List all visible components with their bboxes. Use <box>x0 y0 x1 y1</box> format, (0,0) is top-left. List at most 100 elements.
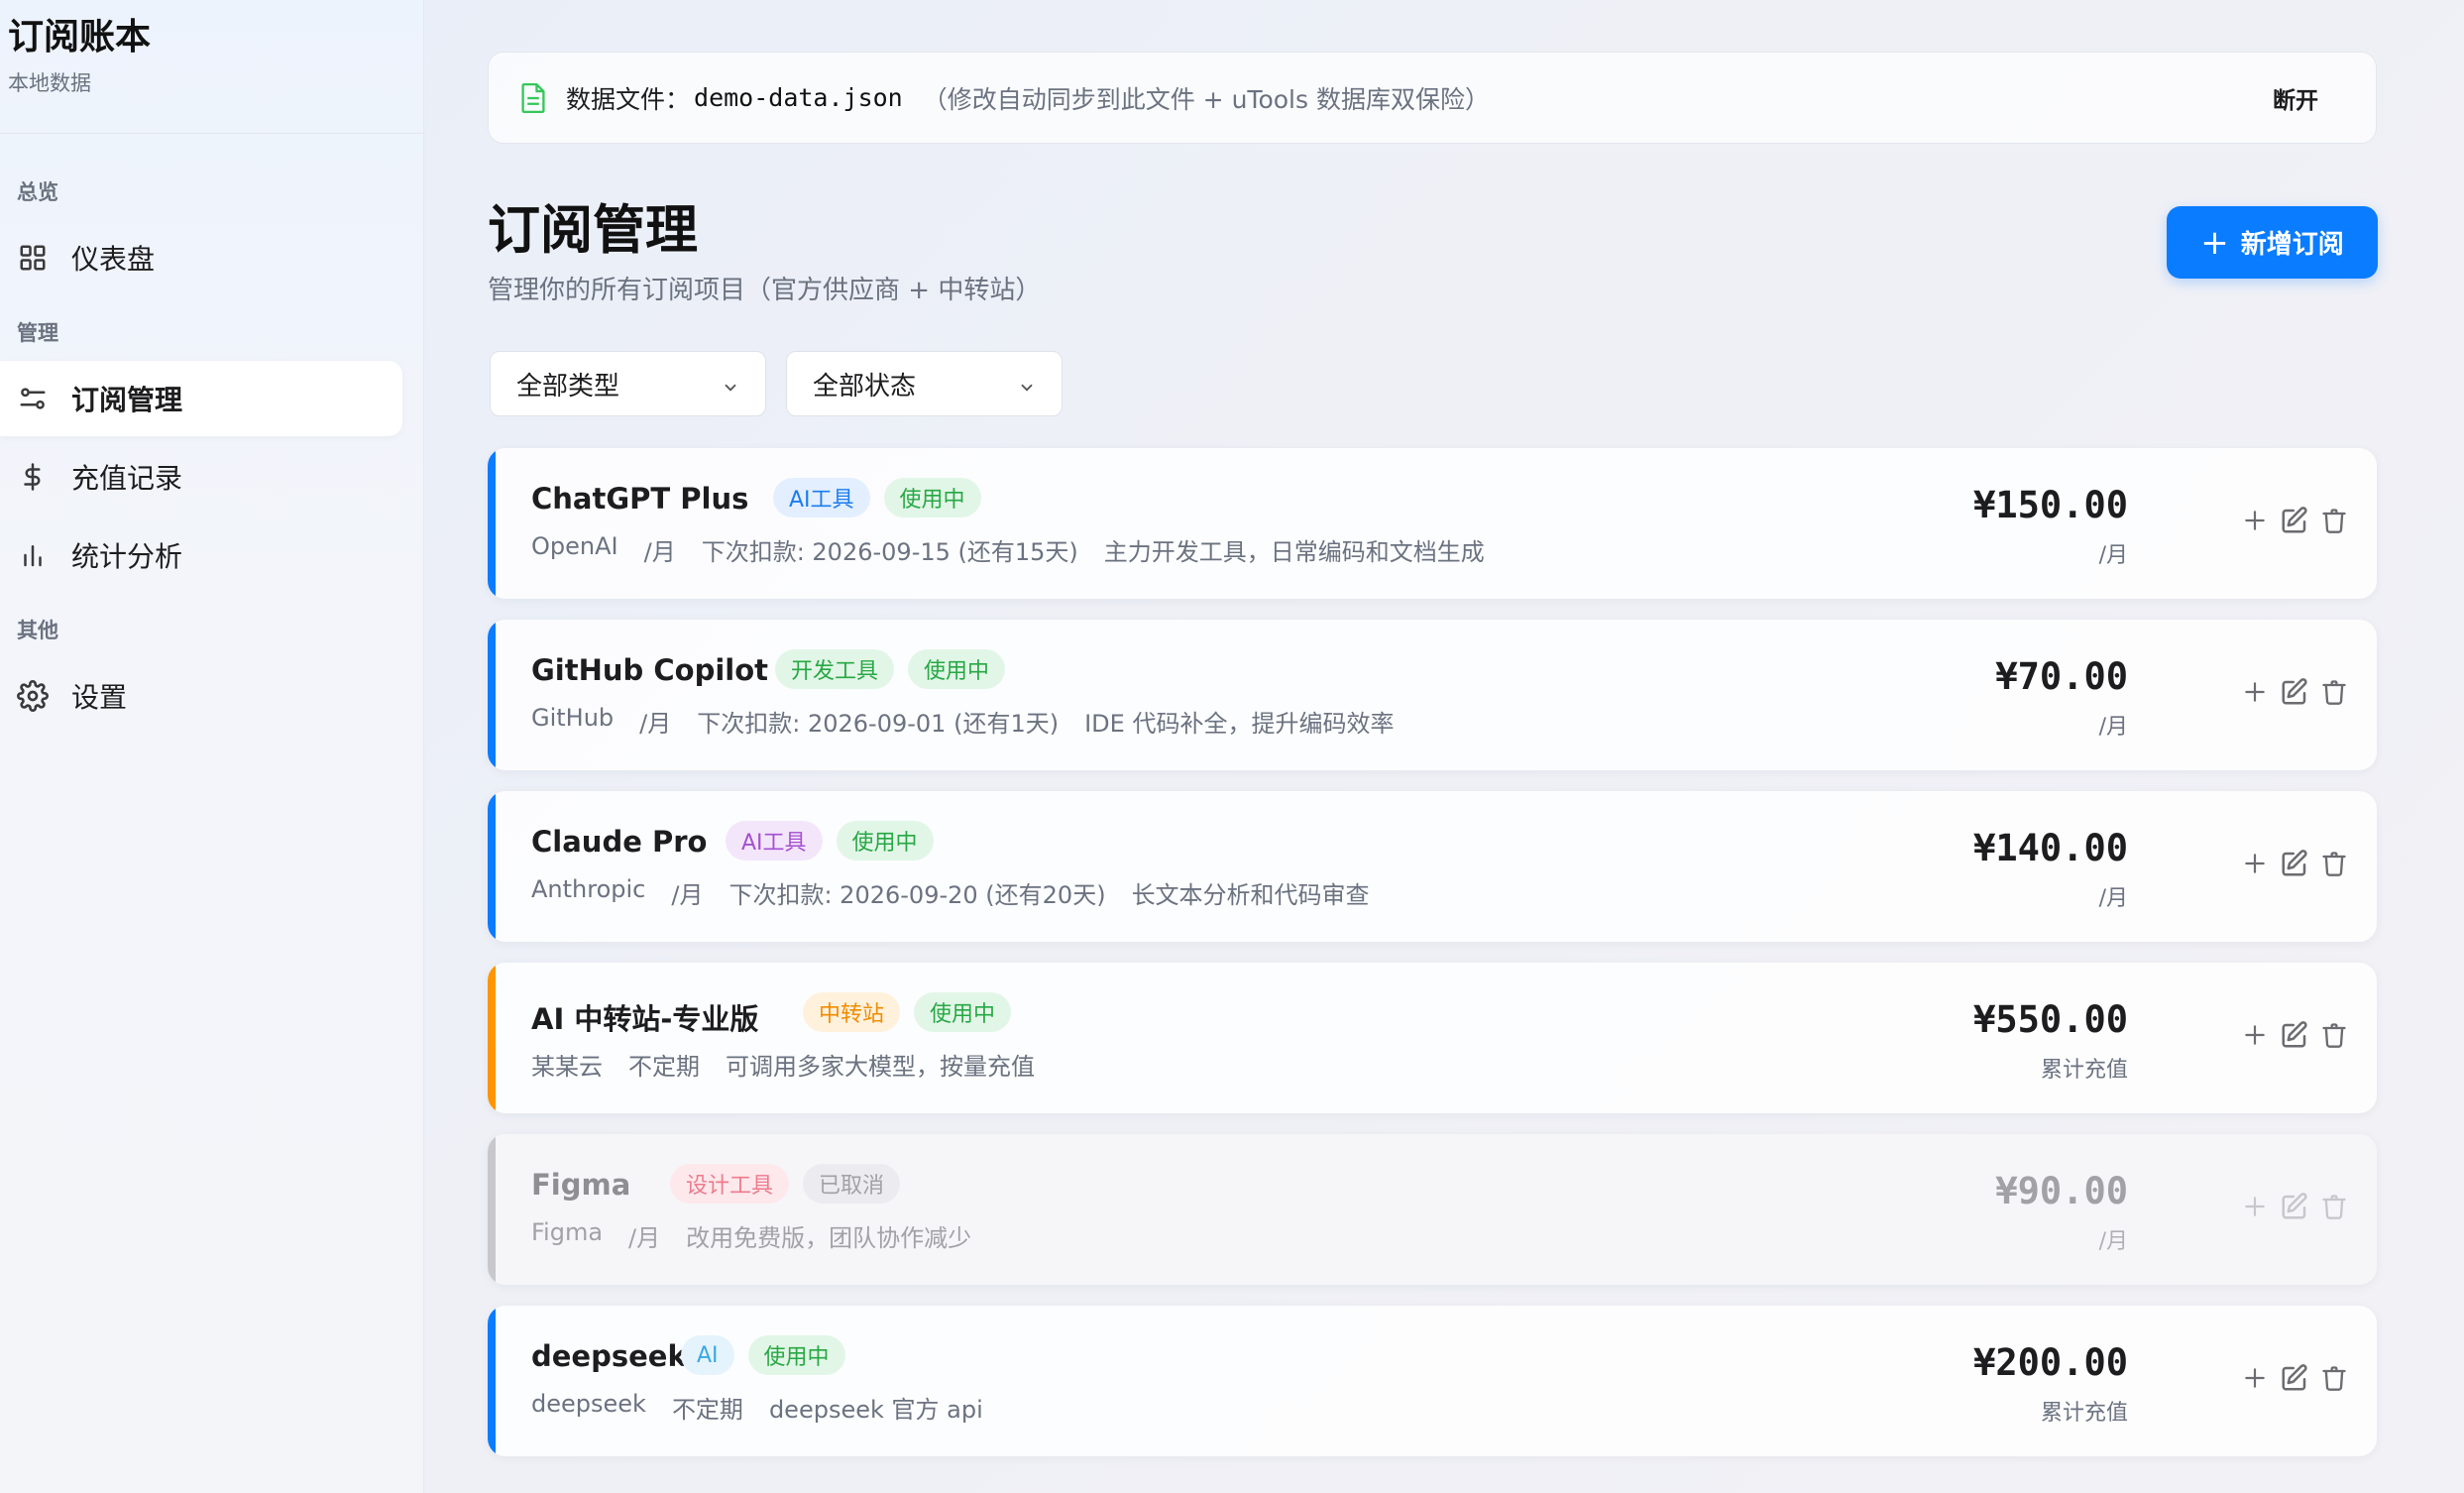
plus-icon <box>2242 851 2268 880</box>
subscription-price: ¥90.00 <box>1995 1170 2128 1212</box>
tag-group: 设计工具 已取消 <box>670 1164 901 1204</box>
billing-cycle: 不定期 <box>671 1396 743 1424</box>
bar-chart-icon <box>16 538 50 572</box>
tag-group: AI 使用中 <box>681 1335 845 1375</box>
subscription-name: GitHub Copilot <box>531 653 769 687</box>
edit-button[interactable] <box>2278 849 2311 882</box>
subscription-meta: OpenAI/月 下次扣款: 2026-09-15 (还有15天) 主力开发工具，日… <box>531 532 1485 567</box>
price-unit: /月 <box>2098 1229 2128 1254</box>
subscription-note: IDE 代码补全，提升编码效率 <box>1084 710 1395 738</box>
app-title: 订阅账本 <box>8 17 152 57</box>
subscription-name: Claude Pro <box>531 825 708 859</box>
provider-name: Anthropic <box>531 875 646 903</box>
subscription-card[interactable]: Claude Pro AI工具 使用中 Anthropic/月 下次扣款: 2026… <box>488 791 2377 942</box>
edit-button[interactable] <box>2278 1020 2311 1054</box>
sidebar-item-label: 订阅管理 <box>71 384 183 416</box>
add-recharge-button[interactable] <box>2238 1192 2272 1225</box>
delete-button[interactable] <box>2317 506 2351 539</box>
subscription-card[interactable]: Figma 设计工具 已取消 Figma/月 改用免费版，团队协作减少 ¥90.00… <box>488 1134 2377 1285</box>
billing-cycle: /月 <box>643 538 676 566</box>
edit-button[interactable] <box>2278 506 2311 539</box>
edit-icon <box>2280 1363 2309 1397</box>
subscription-meta: 某某云 不定期 可调用多家大模型，按量充值 <box>531 1047 1035 1082</box>
status-badge: 使用中 <box>914 992 1012 1032</box>
delete-button[interactable] <box>2317 1363 2351 1397</box>
provider-name: OpenAI <box>531 532 618 560</box>
provider-name: 某某云 <box>531 1053 603 1081</box>
category-badge: 设计工具 <box>670 1164 790 1204</box>
delete-button[interactable] <box>2317 677 2351 711</box>
edit-button[interactable] <box>2278 677 2311 711</box>
gear-icon <box>16 679 50 713</box>
sidebar-item-recharge[interactable]: 充值记录 <box>0 439 402 515</box>
data-file-banner: 数据文件： demo-data.json （修改自动同步到此文件 + uTool… <box>488 52 2377 144</box>
trash-icon <box>2320 678 2348 710</box>
status-filter-select[interactable]: 全部状态 <box>786 351 1063 416</box>
price-unit: /月 <box>2098 543 2128 568</box>
add-recharge-button[interactable] <box>2238 1363 2272 1397</box>
billing-cycle: /月 <box>671 881 704 909</box>
delete-button[interactable] <box>2317 849 2351 882</box>
sidebar-item-label: 充值记录 <box>71 462 183 495</box>
add-subscription-button[interactable]: + 新增订阅 <box>2167 206 2378 279</box>
dollar-icon <box>16 460 50 494</box>
sidebar-item-dashboard[interactable]: 仪表盘 <box>0 220 402 295</box>
sidebar-item-settings[interactable]: 设置 <box>0 658 402 734</box>
edit-button[interactable] <box>2278 1192 2311 1225</box>
subscription-card[interactable]: ChatGPT Plus AI工具 使用中 OpenAI/月 下次扣款: 2026-… <box>488 448 2377 599</box>
subscription-note: 改用免费版，团队协作减少 <box>686 1224 972 1252</box>
sidebar-item-subscriptions[interactable]: 订阅管理 <box>0 361 402 436</box>
add-recharge-button[interactable] <box>2238 1020 2272 1054</box>
subscription-card[interactable]: AI 中转站-专业版 中转站 使用中 某某云 不定期 可调用多家大模型，按量充值 ¥5… <box>488 963 2377 1113</box>
grid-icon <box>16 241 50 275</box>
plus-icon <box>2242 508 2268 537</box>
subscription-note: 主力开发工具，日常编码和文档生成 <box>1103 538 1485 566</box>
page-subtitle: 管理你的所有订阅项目（官方供应商 + 中转站） <box>488 276 1042 305</box>
tag-group: 中转站 使用中 <box>803 992 1012 1032</box>
delete-button[interactable] <box>2317 1020 2351 1054</box>
add-recharge-button[interactable] <box>2238 506 2272 539</box>
tag-group: 开发工具 使用中 <box>775 649 1006 689</box>
price-unit: /月 <box>2098 886 2128 911</box>
file-icon <box>520 82 548 113</box>
card-accent-bar <box>488 620 496 770</box>
subscription-card[interactable]: deepseek AI 使用中 deepseek 不定期 deepseek 官方 ap… <box>488 1306 2377 1456</box>
edit-button[interactable] <box>2278 1363 2311 1397</box>
type-filter-select[interactable]: 全部类型 <box>490 351 766 416</box>
sidebar-item-statistics[interactable]: 统计分析 <box>0 517 402 593</box>
subscription-price: ¥200.00 <box>1973 1341 2128 1384</box>
add-recharge-button[interactable] <box>2238 849 2272 882</box>
add-subscription-label: 新增订阅 <box>2240 230 2344 260</box>
status-badge: 使用中 <box>883 478 981 517</box>
app-subtitle: 本地数据 <box>8 71 91 95</box>
price-unit: 累计充值 <box>2040 1401 2128 1426</box>
subscription-meta: deepseek 不定期 deepseek 官方 api <box>531 1390 983 1425</box>
category-badge: AI工具 <box>773 478 870 517</box>
subscription-price: ¥550.00 <box>1973 998 2128 1041</box>
category-badge: AI <box>681 1335 734 1375</box>
section-label-other: 其他 <box>17 619 58 642</box>
card-accent-bar <box>488 1134 496 1285</box>
sidebar-item-label: 统计分析 <box>71 540 183 573</box>
edit-icon <box>2280 849 2309 882</box>
next-charge: 下次扣款: 2026-09-15 (还有15天) <box>701 538 1078 566</box>
billing-cycle: /月 <box>628 1224 661 1252</box>
sidebar: 订阅账本 本地数据 总览 仪表盘 管理 订阅管理 充值记录 统计分析 其他 设置 <box>0 0 424 1493</box>
sidebar-item-label: 仪表盘 <box>71 243 156 276</box>
sidebar-item-label: 设置 <box>71 681 128 714</box>
trash-icon <box>2320 850 2348 881</box>
tag-group: AI工具 使用中 <box>726 821 934 861</box>
subscription-meta: Figma/月 改用免费版，团队协作减少 <box>531 1218 971 1253</box>
billing-cycle: 不定期 <box>628 1053 700 1081</box>
subscription-price: ¥140.00 <box>1973 827 2128 869</box>
delete-button[interactable] <box>2317 1192 2351 1225</box>
add-recharge-button[interactable] <box>2238 677 2272 711</box>
card-accent-bar <box>488 1306 496 1456</box>
trash-icon <box>2320 1021 2348 1053</box>
section-label-overview: 总览 <box>17 180 58 204</box>
subscription-card[interactable]: GitHub Copilot 开发工具 使用中 GitHub/月 下次扣款: 202… <box>488 620 2377 770</box>
type-filter-value: 全部类型 <box>516 371 620 402</box>
sliders-icon <box>16 382 50 415</box>
plus-icon <box>2242 1022 2268 1052</box>
disconnect-button[interactable]: 断开 <box>2273 81 2318 115</box>
